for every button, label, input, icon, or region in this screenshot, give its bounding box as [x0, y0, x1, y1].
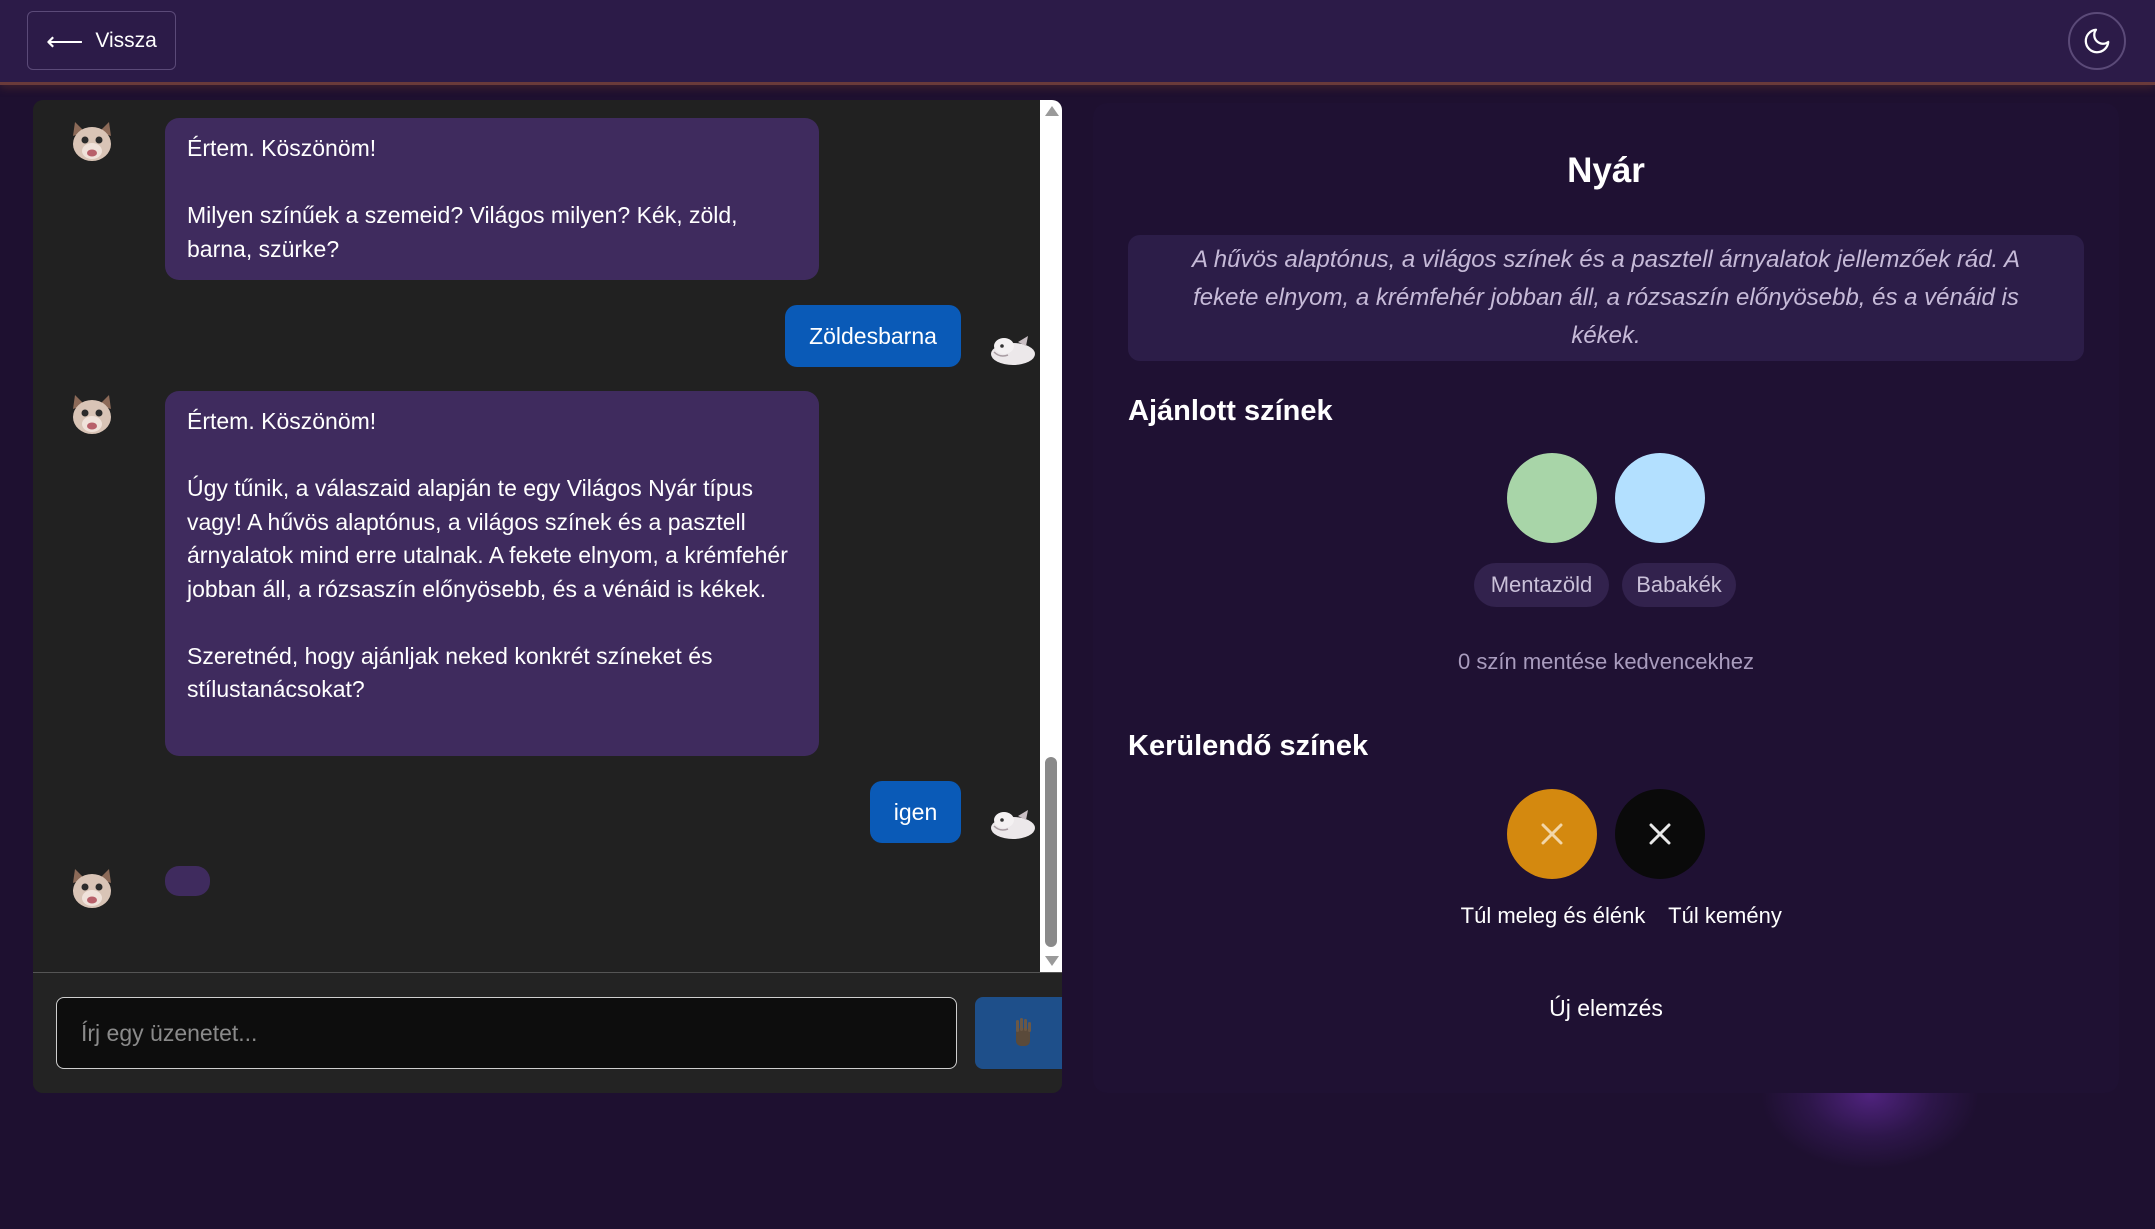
recommended-heading: Ajánlott színek — [1128, 395, 1333, 427]
avoid-heading: Kerülendő színek — [1128, 730, 1369, 762]
color-chip-label: Babakék — [1636, 572, 1722, 597]
x-icon — [1649, 823, 1671, 845]
cat-avatar-icon — [73, 395, 111, 434]
scroll-up-arrow-icon[interactable] — [1045, 106, 1059, 116]
user-message: igen — [870, 781, 961, 843]
theme-toggle-button[interactable] — [2068, 12, 2126, 70]
message-input[interactable] — [56, 997, 957, 1069]
chat-scrollbar[interactable] — [1040, 100, 1062, 972]
user-message: Zöldesbarna — [785, 305, 961, 367]
color-swatch-mentazold[interactable] — [1507, 453, 1597, 543]
color-swatch-babakek[interactable] — [1615, 453, 1705, 543]
chat-panel: Értem. Köszönöm! Milyen színűek a szemei… — [33, 100, 1062, 1093]
chat-input-area — [33, 972, 1062, 1093]
x-icon — [1541, 823, 1563, 845]
avoid-label: Túl meleg és élénk — [1460, 903, 1646, 928]
bot-message: Értem. Köszönöm! Milyen színűek a szemei… — [165, 118, 819, 280]
cat-avatar-icon — [73, 869, 111, 908]
back-button[interactable]: ⟵ Vissza — [27, 11, 176, 70]
color-chip-mentazold[interactable]: Mentazöld — [1474, 563, 1609, 607]
top-bar: ⟵ Vissza — [0, 0, 2155, 85]
user-avatar-icon — [991, 810, 1035, 839]
color-chip-label: Mentazöld — [1490, 572, 1593, 597]
back-label: Vissza — [95, 28, 157, 52]
user-avatar-icon — [991, 336, 1035, 365]
color-chip-babakek[interactable]: Babakék — [1622, 563, 1736, 607]
moon-icon — [2084, 28, 2110, 54]
typing-indicator — [165, 866, 210, 896]
save-favorites-text: 0 szín mentése kedvencekhez — [1458, 649, 1754, 674]
bot-message: Értem. Köszönöm! Úgy tűnik, a válaszaid … — [165, 391, 819, 756]
season-description-text: A hűvös alaptónus, a világos színek és a… — [1192, 246, 2020, 349]
season-description: A hűvös alaptónus, a világos színek és a… — [1128, 235, 2084, 361]
scroll-thumb[interactable] — [1045, 757, 1057, 947]
arrow-left-icon: ⟵ — [46, 25, 84, 56]
cat-avatar-icon — [73, 122, 111, 161]
season-title: Nyár — [1567, 151, 1645, 190]
scroll-down-arrow-icon[interactable] — [1045, 956, 1059, 966]
new-analysis-button[interactable]: Új elemzés — [1093, 995, 2119, 1022]
avoid-swatch-harsh — [1615, 789, 1705, 879]
hand-icon — [1016, 1018, 1031, 1046]
result-panel: Nyár A hűvös alaptónus, a világos színek… — [1093, 103, 2119, 1093]
avoid-swatch-warm — [1507, 789, 1597, 879]
send-button[interactable] — [975, 997, 1062, 1069]
avoid-label: Túl kemény — [1668, 903, 1782, 928]
chat-messages[interactable]: Értem. Köszönöm! Milyen színűek a szemei… — [33, 100, 1062, 972]
